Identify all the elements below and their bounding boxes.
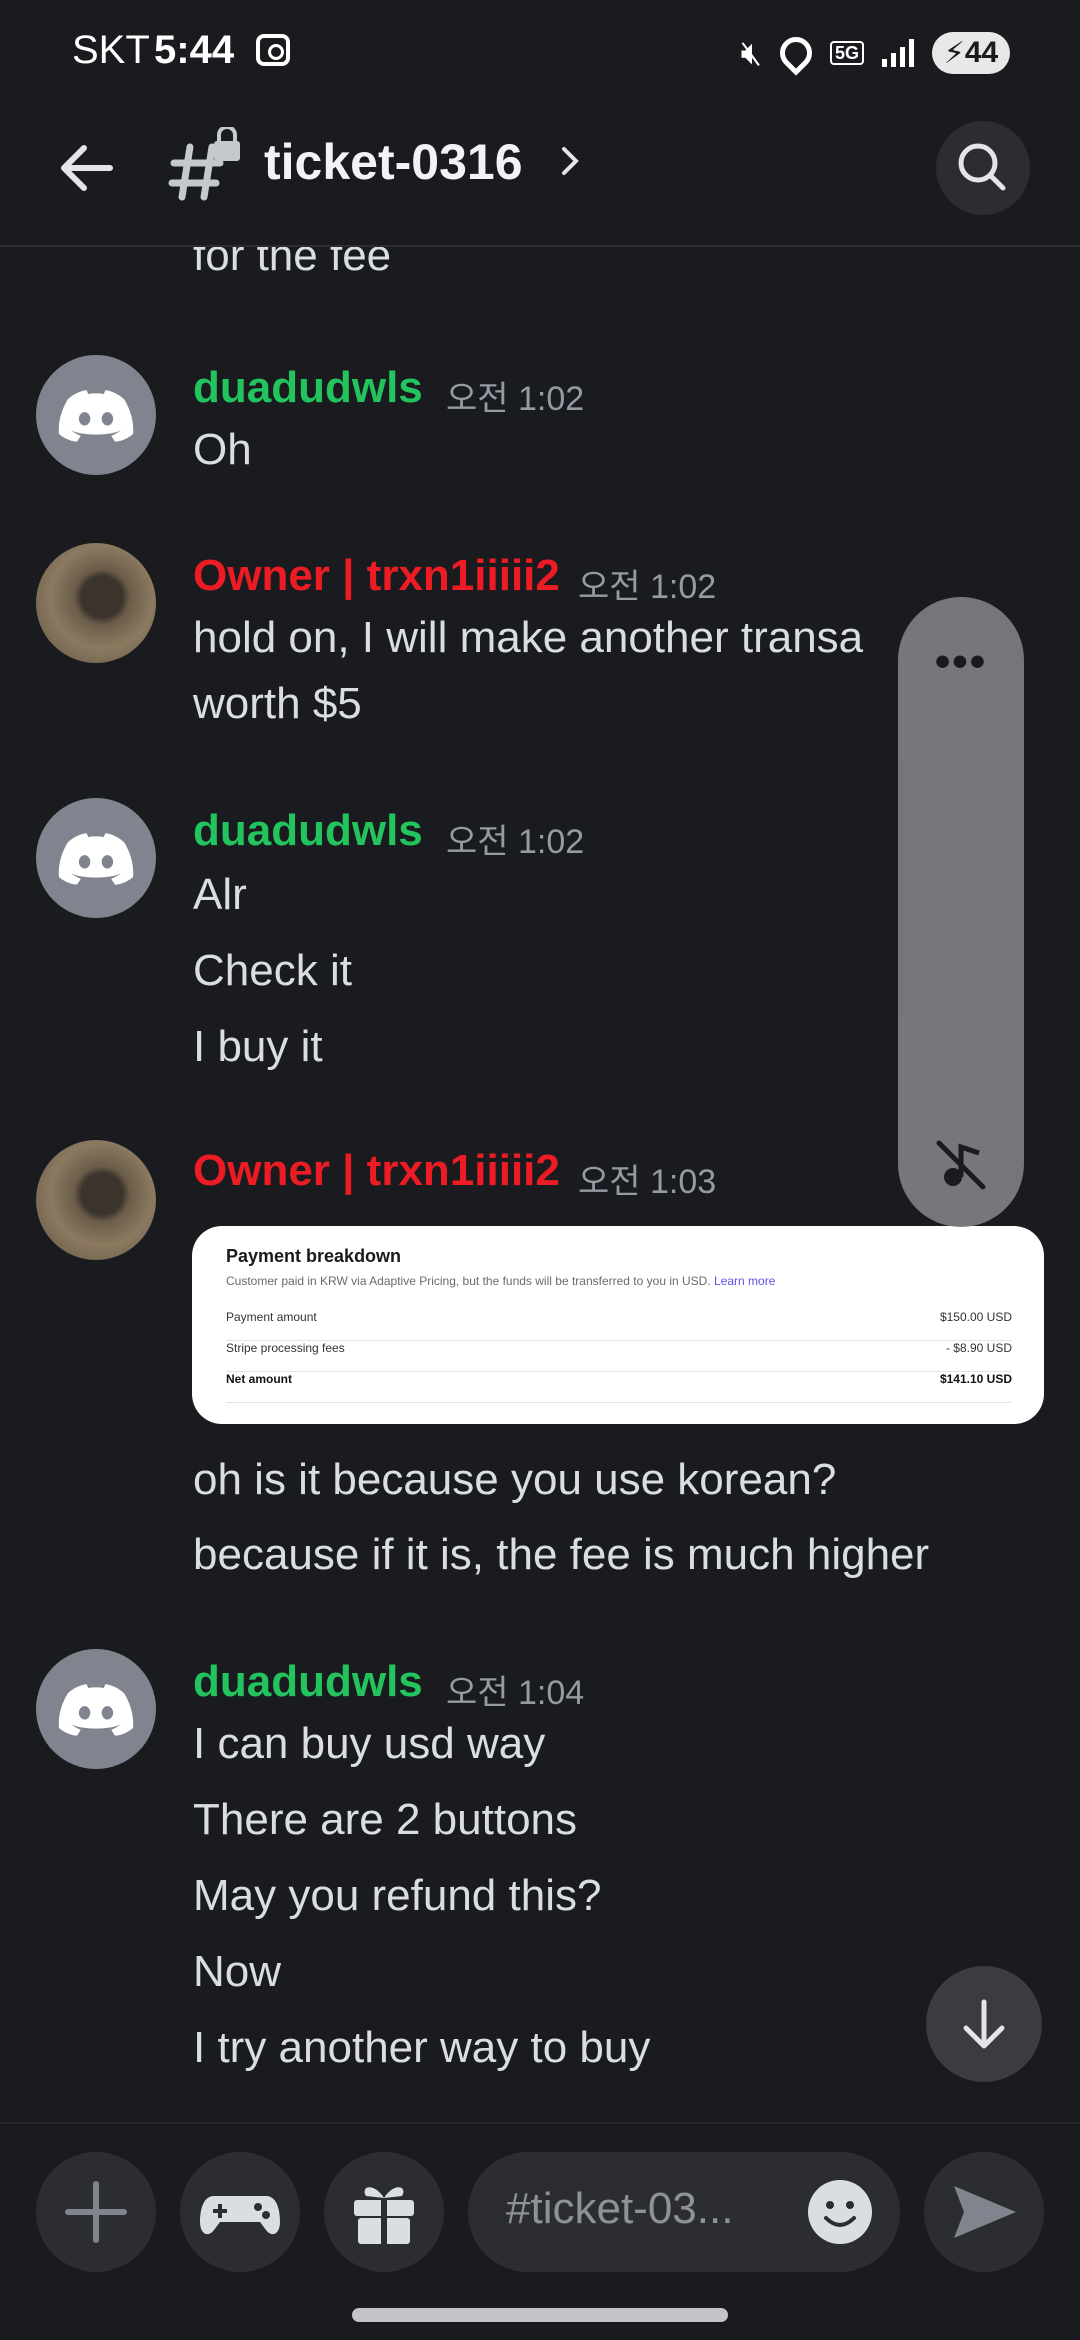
music-off-icon[interactable] [933,1137,989,1193]
row-label: Net amount [226,1372,292,1386]
clock: 5:44 [154,28,235,72]
username[interactable]: Owner | trxn1iiiii2 [193,551,560,601]
plus-icon [65,2181,127,2243]
username[interactable]: Owner | trxn1iiiii2 [193,1146,560,1196]
gift-button[interactable] [324,2152,444,2272]
avatar[interactable] [36,1649,156,1769]
activities-button[interactable] [180,2152,300,2272]
message-line: oh is it because you use korean? [193,1455,837,1504]
username[interactable]: duadudwls [193,363,423,413]
search-icon [958,143,1006,191]
channel-title[interactable]: ticket-0316 [264,133,523,191]
chevron-right-icon[interactable] [556,141,586,181]
message-line: There are 2 buttons [193,1795,578,1844]
signal-icon [882,39,914,67]
avatar[interactable] [36,798,156,918]
row-value: - $8.90 USD [945,1341,1012,1355]
message-line: for the fee [193,247,392,280]
location-icon [773,30,819,76]
vibrate-mute-icon: 🔇︎ [740,33,762,72]
breakdown-row: Net amount $141.10 USD [226,1372,1012,1403]
image-attachment[interactable]: Payment breakdown Customer paid in KRW v… [192,1226,1044,1424]
message-line: hold on, I will make another transa [193,613,864,662]
home-indicator[interactable] [352,2308,728,2322]
discord-logo-icon [58,390,134,442]
message-line: because if it is, the fee is much higher [193,1530,930,1579]
locked-channel-icon [168,127,240,201]
avatar[interactable] [36,1140,156,1260]
message-line: I can buy usd way [193,1719,546,1768]
timestamp: 오전 1:04 [446,1674,585,1712]
discord-logo-icon [58,833,134,885]
row-label: Stripe processing fees [226,1341,345,1355]
timestamp: 오전 1:03 [578,1163,717,1201]
row-value: $150.00 USD [939,1310,1012,1324]
avatar[interactable] [36,543,156,663]
send-button[interactable] [924,2152,1044,2272]
screenshot-indicator-icon [256,34,290,66]
back-arrow-icon[interactable] [52,133,122,203]
network-type-badge: 5G [829,41,864,65]
timestamp: 오전 1:02 [446,823,585,861]
carrier-label: SKT [72,28,150,72]
breakdown-row: Stripe processing fees - $8.90 USD [226,1341,1012,1372]
message-input-placeholder: #ticket-03... [506,2184,734,2233]
channel-header: ticket-0316 [0,105,1080,247]
media-overlay-panel[interactable]: ••• [898,597,1024,1227]
username[interactable]: duadudwls [193,806,423,856]
message-line: Check it [193,946,352,995]
emoji-icon[interactable] [806,2178,874,2246]
arrow-down-icon [963,1999,1005,2049]
attachment-title: Payment breakdown [226,1246,402,1266]
gift-icon [354,2187,414,2244]
gamepad-icon [200,2196,280,2235]
username[interactable]: duadudwls [193,1657,423,1707]
row-value: $141.10 USD [939,1372,1012,1386]
message-line: May you refund this? [193,1871,602,1920]
status-bar: SKT 5:44 🔇︎ 5G ⚡ 44 [0,0,1080,105]
battery-level: 44 [964,36,999,69]
message-line: Oh [193,425,252,474]
learn-more-link: Learn more [714,1274,776,1288]
message-line: Alr [193,870,247,919]
message-line: I buy it [193,1022,323,1071]
row-label: Payment amount [226,1310,317,1324]
send-icon [954,2186,1016,2238]
add-button[interactable] [36,2152,156,2272]
message-line: Now [193,1947,282,1996]
attachment-subtitle-text: Customer paid in KRW via Adaptive Pricin… [226,1274,711,1288]
more-options-icon[interactable]: ••• [898,637,1024,687]
timestamp: 오전 1:02 [446,380,585,418]
jump-to-bottom-button[interactable] [926,1966,1042,2082]
avatar[interactable] [36,355,156,475]
battery-indicator: ⚡ 44 [932,32,1010,74]
search-button[interactable] [936,121,1030,215]
message-input[interactable]: #ticket-03... [468,2152,900,2272]
message-line: I try another way to buy [193,2023,651,2072]
attachment-subtitle: Customer paid in KRW via Adaptive Pricin… [226,1274,775,1288]
message-line: worth $5 [193,679,362,728]
discord-logo-icon [58,1684,134,1736]
timestamp: 오전 1:02 [578,568,717,606]
breakdown-row: Payment amount $150.00 USD [226,1310,1012,1341]
